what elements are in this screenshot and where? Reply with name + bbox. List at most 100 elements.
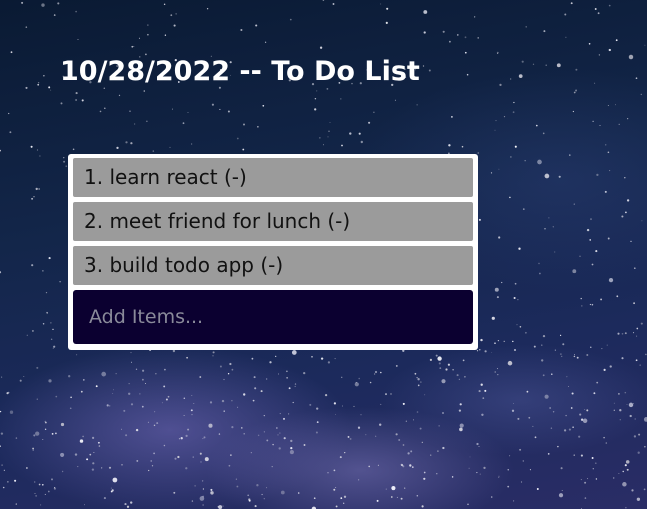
star: [558, 493, 564, 498]
star: [554, 349, 556, 351]
star: [180, 437, 183, 440]
star: [208, 423, 213, 428]
star: [15, 503, 17, 505]
star: [630, 240, 632, 243]
star: [120, 428, 123, 430]
star: [201, 480, 204, 482]
star: [257, 126, 259, 128]
star: [633, 302, 635, 305]
add-item-input[interactable]: [73, 290, 473, 344]
star: [637, 451, 640, 454]
star: [70, 396, 72, 399]
todo-item[interactable]: 1. learn react (-): [73, 158, 473, 197]
star: [101, 467, 103, 469]
star: [621, 357, 624, 360]
star: [511, 409, 515, 412]
star: [525, 331, 527, 334]
star: [608, 4, 611, 7]
star: [193, 403, 195, 405]
star: [242, 148, 245, 151]
star: [112, 392, 114, 394]
star: [498, 475, 500, 477]
star: [542, 132, 545, 135]
star: [164, 368, 166, 371]
star: [628, 54, 634, 60]
star: [584, 497, 587, 499]
star: [538, 262, 540, 265]
star: [420, 381, 422, 383]
star: [63, 160, 66, 163]
star: [626, 199, 630, 202]
star: [126, 505, 130, 508]
star: [254, 505, 257, 508]
star: [542, 334, 546, 338]
todo-item[interactable]: 2. meet friend for lunch (-): [73, 202, 473, 241]
star: [365, 434, 367, 436]
star: [533, 345, 536, 348]
star: [594, 462, 597, 465]
star: [619, 409, 622, 412]
star: [517, 417, 520, 420]
star: [385, 488, 387, 490]
star: [380, 403, 382, 405]
star: [227, 110, 230, 113]
star: [63, 157, 65, 159]
star: [632, 402, 634, 404]
star: [635, 77, 638, 80]
star: [343, 495, 347, 498]
star: [174, 457, 177, 460]
star: [260, 390, 263, 393]
star: [230, 454, 232, 456]
star: [89, 453, 92, 456]
star: [309, 403, 312, 406]
star: [243, 123, 245, 126]
star: [624, 332, 627, 335]
star: [484, 389, 487, 392]
star: [467, 503, 469, 506]
star: [501, 281, 503, 284]
star: [39, 155, 41, 157]
star: [43, 75, 45, 77]
star: [522, 208, 525, 210]
star: [592, 468, 594, 470]
star: [135, 428, 139, 432]
star: [452, 369, 454, 371]
star: [139, 393, 141, 395]
star: [400, 497, 403, 500]
star: [32, 449, 34, 451]
star: [519, 448, 522, 451]
star: [48, 379, 52, 383]
star: [37, 83, 40, 86]
star: [109, 405, 111, 407]
star: [257, 434, 260, 437]
star: [562, 343, 565, 346]
star: [202, 488, 205, 490]
star: [169, 146, 171, 148]
star: [375, 435, 377, 437]
todo-item[interactable]: 3. build todo app (-): [73, 246, 473, 285]
star: [200, 461, 202, 463]
star: [206, 8, 209, 10]
star: [36, 366, 39, 369]
star: [151, 465, 154, 467]
star: [185, 434, 188, 438]
star: [626, 404, 628, 405]
star: [30, 145, 33, 148]
star: [250, 452, 252, 454]
star: [133, 45, 135, 48]
star: [77, 39, 79, 40]
star: [519, 326, 522, 328]
star: [289, 450, 294, 455]
star: [79, 439, 84, 443]
star: [439, 367, 442, 369]
star: [390, 393, 392, 395]
star: [507, 360, 513, 366]
star: [520, 481, 523, 483]
star: [269, 361, 272, 364]
star: [566, 376, 568, 378]
star: [543, 30, 546, 33]
star: [618, 123, 620, 126]
star: [631, 489, 634, 492]
star: [68, 375, 71, 378]
star: [464, 51, 467, 54]
